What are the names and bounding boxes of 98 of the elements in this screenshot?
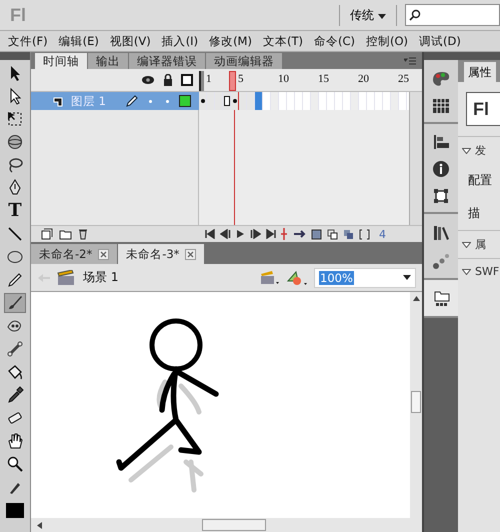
align-icon[interactable]	[432, 134, 450, 150]
scroll-up-icon[interactable]	[412, 296, 420, 301]
menu-item[interactable]: 插入(I)	[162, 34, 198, 48]
edit-frames-icon[interactable]	[343, 228, 354, 240]
trash-icon[interactable]	[78, 228, 88, 240]
blank-keyframe-cell[interactable]	[223, 92, 231, 110]
transform-icon[interactable]	[433, 188, 449, 204]
current-frame[interactable]: 4	[379, 228, 386, 240]
previous-frame-icon[interactable]	[220, 229, 231, 239]
frame-number: 20	[358, 73, 369, 85]
menu-item[interactable]: 修改(M)	[209, 34, 252, 48]
brush-tool-icon[interactable]	[4, 293, 26, 313]
pencil-icon	[125, 94, 139, 108]
zoom-field[interactable]: 100%	[314, 268, 416, 288]
expand-triangle-icon[interactable]	[462, 242, 471, 248]
onion-skin-marker[interactable]	[199, 71, 204, 91]
onion-outline-icon[interactable]	[327, 228, 338, 240]
frame-number: 1	[206, 73, 212, 85]
panel-tab[interactable]: 编译器错误	[129, 53, 205, 69]
menu-item[interactable]: 文本(T)	[262, 34, 303, 48]
frame-cell[interactable]	[391, 92, 399, 110]
onion-skin-icon[interactable]	[311, 228, 322, 240]
menu-item[interactable]: 文件(F)	[8, 34, 48, 48]
scroll-thumb[interactable]	[411, 391, 421, 413]
document-tab[interactable]: 未命名-2*	[31, 244, 118, 264]
edit-symbols-icon[interactable]	[286, 268, 308, 286]
frame-number: 10	[278, 73, 289, 85]
keyframe-cell[interactable]	[231, 92, 239, 110]
scroll-thumb[interactable]	[202, 519, 266, 531]
vertical-scrollbar[interactable]	[410, 292, 422, 518]
frame-number: 15	[318, 73, 329, 85]
layer-name: 图层 1	[71, 94, 106, 108]
menu-item[interactable]: 视图(V)	[110, 34, 151, 48]
edit-scene-icon[interactable]	[260, 270, 280, 286]
horizontal-scrollbar[interactable]	[31, 518, 422, 532]
play-icon[interactable]	[236, 229, 245, 239]
property-label: 描	[468, 206, 480, 220]
search-icon	[409, 9, 421, 21]
frame-cell[interactable]	[215, 92, 223, 110]
frame-number: 25	[398, 73, 409, 85]
library-books-icon[interactable]	[432, 224, 450, 242]
fill-color-tool-icon[interactable]	[4, 500, 26, 520]
caret-icon[interactable]	[403, 275, 411, 280]
property-label: 配置	[468, 173, 492, 187]
section-header[interactable]: SWF	[458, 258, 500, 284]
center-frame-icon[interactable]	[281, 228, 287, 240]
workspace-dropdown[interactable]: 传统	[339, 4, 397, 26]
lock-dot[interactable]	[166, 100, 169, 102]
menu-item[interactable]: 命令(C)	[314, 34, 355, 48]
selected-frame-cell[interactable]	[255, 92, 263, 110]
info-icon[interactable]	[432, 160, 450, 178]
swatches-grid-icon[interactable]	[432, 98, 450, 114]
timeline-scrollbar[interactable]	[409, 92, 422, 225]
last-frame-icon[interactable]	[266, 229, 276, 239]
expand-triangle-icon[interactable]	[462, 148, 471, 154]
first-frame-icon[interactable]	[205, 229, 215, 239]
menu-item[interactable]: 控制(O)	[366, 34, 408, 48]
section-header[interactable]: 发	[458, 136, 500, 164]
layer-color-square[interactable]	[179, 95, 191, 107]
panel-tab[interactable]: 输出	[88, 53, 128, 69]
scroll-left-icon[interactable]	[37, 522, 42, 528]
outline-icon[interactable]	[181, 74, 193, 86]
palette-icon[interactable]	[431, 70, 451, 88]
frame-cell[interactable]	[311, 92, 319, 110]
next-frame-icon[interactable]	[250, 229, 261, 239]
frame-number: 5	[238, 73, 244, 85]
expand-triangle-icon[interactable]	[462, 268, 471, 274]
visibility-dot[interactable]	[149, 100, 152, 102]
frame-cell[interactable]	[271, 92, 279, 110]
loop-icon[interactable]	[292, 229, 306, 239]
menu-item[interactable]: 编辑(E)	[58, 34, 99, 48]
document-tab[interactable]: 未命名-3*	[118, 244, 204, 264]
folder-icon[interactable]	[59, 228, 72, 240]
frame-cell[interactable]	[239, 92, 247, 110]
new-layer-icon[interactable]	[41, 228, 53, 240]
clapperboard-icon	[57, 270, 75, 286]
search-field[interactable]	[405, 4, 500, 26]
panel-tab[interactable]: 动画编辑器	[206, 53, 282, 69]
layer-icon	[53, 95, 65, 107]
eye-icon[interactable]	[141, 75, 155, 85]
properties-tab[interactable]: 属性	[464, 62, 496, 82]
panel-menu-icon[interactable]	[404, 56, 416, 66]
section-header[interactable]: 属	[458, 230, 500, 258]
frame-cell[interactable]	[351, 92, 359, 110]
frame-cell[interactable]	[247, 92, 255, 110]
app-logo: Fl	[10, 4, 26, 26]
scene-name[interactable]: 场景 1	[83, 269, 118, 286]
caret-icon[interactable]	[378, 14, 386, 18]
frame-cell[interactable]	[207, 92, 215, 110]
panel-tab[interactable]: 时间轴	[35, 53, 87, 69]
close-icon[interactable]	[185, 248, 196, 260]
markers-icon[interactable]	[359, 228, 370, 240]
close-icon[interactable]	[98, 248, 110, 260]
menu-item[interactable]: 调试(D)	[419, 34, 461, 48]
motion-presets-icon[interactable]	[432, 252, 450, 270]
document-logo: Fl	[473, 98, 489, 120]
text-tool[interactable]: T	[4, 201, 26, 221]
lock-icon[interactable]	[163, 74, 173, 86]
